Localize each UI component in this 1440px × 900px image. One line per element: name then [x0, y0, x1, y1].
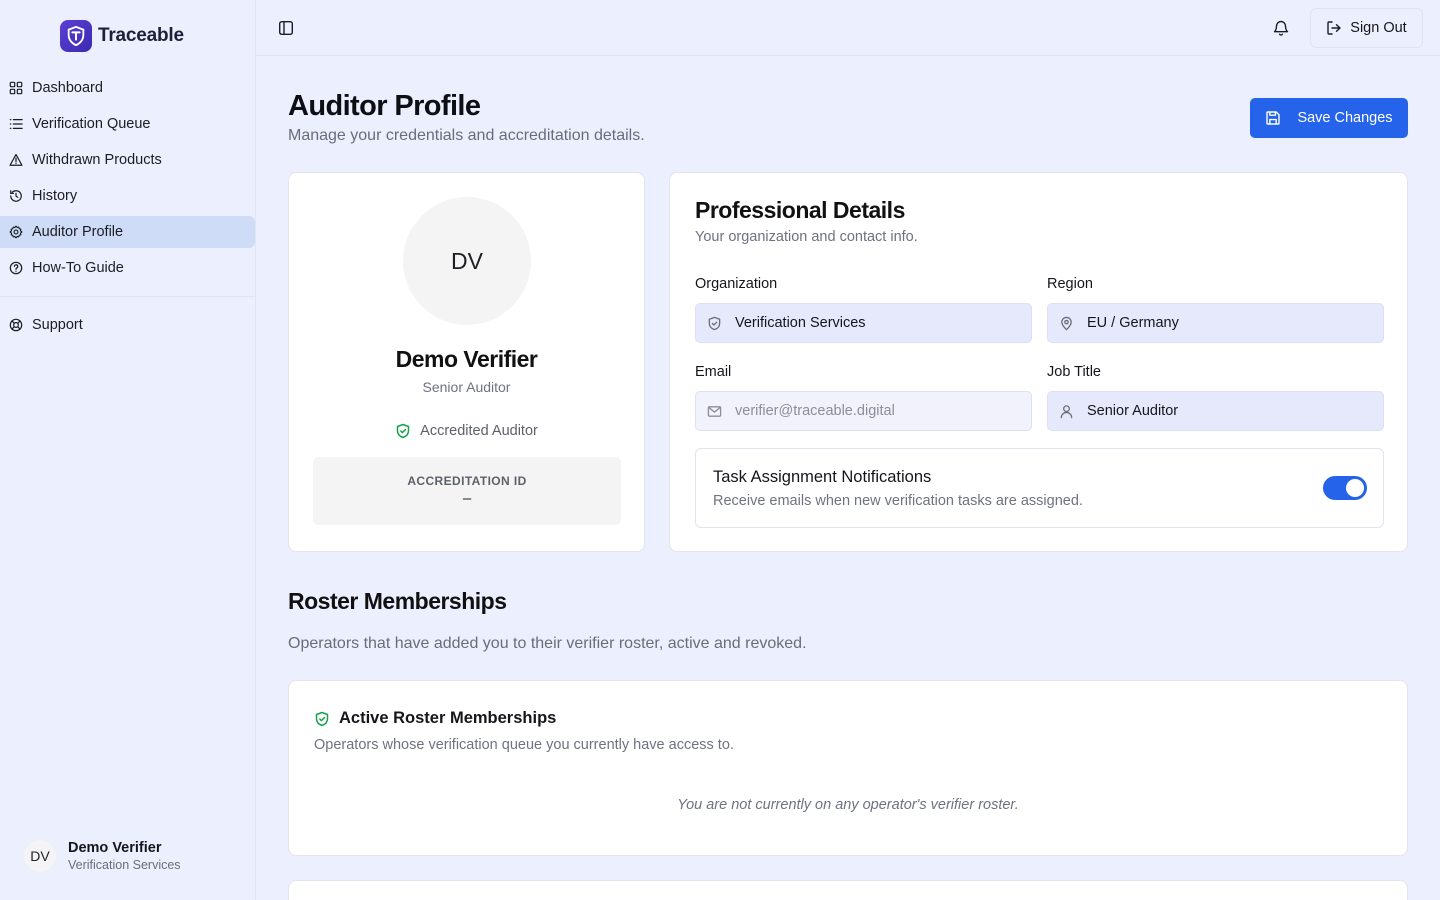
region-value: EU / Germany — [1087, 315, 1179, 331]
user-org: Verification Services — [68, 858, 181, 872]
sidebar-item-auditor-profile[interactable]: Auditor Profile — [0, 216, 255, 248]
details-title: Professional Details — [695, 197, 905, 223]
profile-name: Demo Verifier — [395, 346, 538, 372]
sidebar-item-how-to-guide[interactable]: How-To Guide — [0, 252, 255, 284]
accredited-label: Accredited Auditor — [420, 423, 538, 439]
mail-icon — [707, 405, 722, 417]
bell-icon — [1273, 20, 1289, 36]
user-menu[interactable]: DV Demo Verifier Verification Services — [24, 840, 181, 872]
notification-setting: Task Assignment Notifications Receive em… — [695, 448, 1384, 528]
shield-icon — [708, 316, 721, 330]
sidebar-divider — [0, 296, 256, 297]
accreditation-id-value: – — [462, 490, 472, 507]
notification-title: Task Assignment Notifications — [713, 468, 932, 486]
region-label: Region — [1047, 276, 1093, 292]
organization-field[interactable]: Verification Services — [695, 303, 1032, 343]
sidebar-item-label: Auditor Profile — [32, 224, 124, 240]
user-name: Demo Verifier — [68, 840, 162, 856]
save-icon — [1266, 111, 1281, 125]
professional-details-card: Professional Details Your organization a… — [669, 172, 1408, 552]
toggle-knob — [1346, 479, 1364, 497]
accredited-badge: Accredited Auditor — [289, 423, 644, 439]
help-circle-icon — [9, 261, 23, 275]
email-field: verifier@traceable.digital — [695, 391, 1032, 431]
profile-role: Senior Auditor — [422, 379, 511, 395]
history-icon — [10, 190, 22, 202]
accreditation-id-label: ACCREDITATION ID — [407, 474, 527, 488]
roster-title: Roster Memberships — [288, 588, 507, 614]
sidebar-item-label: Support — [32, 317, 83, 333]
email-value: verifier@traceable.digital — [735, 403, 895, 419]
shield-check-icon — [315, 711, 329, 726]
sidebar-item-history[interactable]: History — [0, 180, 255, 212]
page-title: Auditor Profile — [288, 90, 481, 122]
organization-value: Verification Services — [735, 315, 866, 331]
sidebar-toggle-icon — [279, 21, 294, 36]
sidebar-item-withdrawn-products[interactable]: Withdrawn Products — [0, 144, 255, 176]
brand[interactable]: Traceable — [60, 20, 184, 52]
save-button[interactable]: Save Changes — [1250, 98, 1408, 138]
sidebar-item-label: Dashboard — [32, 80, 103, 96]
profile-avatar[interactable]: DV — [403, 197, 531, 325]
list-icon — [9, 119, 23, 129]
gear-icon — [9, 225, 23, 239]
sidebar-item-label: Withdrawn Products — [32, 152, 162, 168]
logout-icon — [1327, 21, 1341, 35]
sidebar-item-support[interactable]: Support — [0, 309, 255, 341]
sidebar-item-verification-queue[interactable]: Verification Queue — [0, 108, 255, 140]
notification-toggle[interactable] — [1323, 476, 1367, 500]
notification-subtitle: Receive emails when new verification tas… — [713, 493, 1083, 509]
profile-card: DV Demo Verifier Senior Auditor Accredit… — [288, 172, 645, 552]
sidebar-item-label: Verification Queue — [32, 116, 151, 132]
map-pin-icon — [1061, 316, 1072, 330]
sidebar-item-dashboard[interactable]: Dashboard — [0, 72, 255, 104]
sidebar-item-label: How-To Guide — [32, 260, 124, 276]
shield-check-icon — [396, 423, 410, 439]
sign-out-button[interactable]: Sign Out — [1310, 8, 1423, 48]
page-subtitle: Manage your credentials and accreditatio… — [288, 127, 645, 144]
job-title-label: Job Title — [1047, 364, 1101, 380]
topbar: Sign Out — [256, 0, 1440, 56]
sidebar: Traceable Dashboard Verification Queue W… — [0, 0, 256, 900]
active-roster-title: Active Roster Memberships — [339, 709, 557, 727]
organization-label: Organization — [695, 276, 778, 292]
avatar: DV — [24, 840, 56, 872]
active-roster-card: Active Roster Memberships Operators whos… — [288, 680, 1408, 856]
sidebar-item-label: History — [32, 188, 78, 204]
brand-name: Traceable — [98, 25, 184, 46]
active-roster-header: Active Roster Memberships — [314, 709, 556, 728]
lifebuoy-icon — [9, 318, 23, 332]
save-label: Save Changes — [1297, 110, 1393, 126]
empty-state-text: You are not currently on any operator's … — [677, 797, 1019, 813]
region-field[interactable]: EU / Germany — [1047, 303, 1384, 343]
revoked-roster-card — [288, 880, 1408, 900]
roster-subtitle: Operators that have added you to their v… — [288, 635, 807, 652]
notifications-button[interactable] — [1272, 19, 1290, 37]
sidebar-nav: Dashboard Verification Queue Withdrawn P… — [0, 72, 256, 288]
accreditation-id-box: ACCREDITATION ID – — [313, 457, 621, 525]
grid-icon — [9, 81, 23, 95]
job-title-field[interactable]: Senior Auditor — [1047, 391, 1384, 431]
warning-icon — [9, 153, 23, 166]
email-label: Email — [695, 364, 732, 380]
user-icon — [1060, 404, 1073, 418]
details-subtitle: Your organization and contact info. — [695, 229, 918, 245]
traceable-logo-icon — [60, 20, 92, 52]
sign-out-label: Sign Out — [1350, 20, 1407, 36]
job-title-value: Senior Auditor — [1087, 403, 1179, 419]
sidebar-toggle-button[interactable] — [278, 20, 294, 36]
active-roster-subtitle: Operators whose verification queue you c… — [314, 737, 734, 753]
